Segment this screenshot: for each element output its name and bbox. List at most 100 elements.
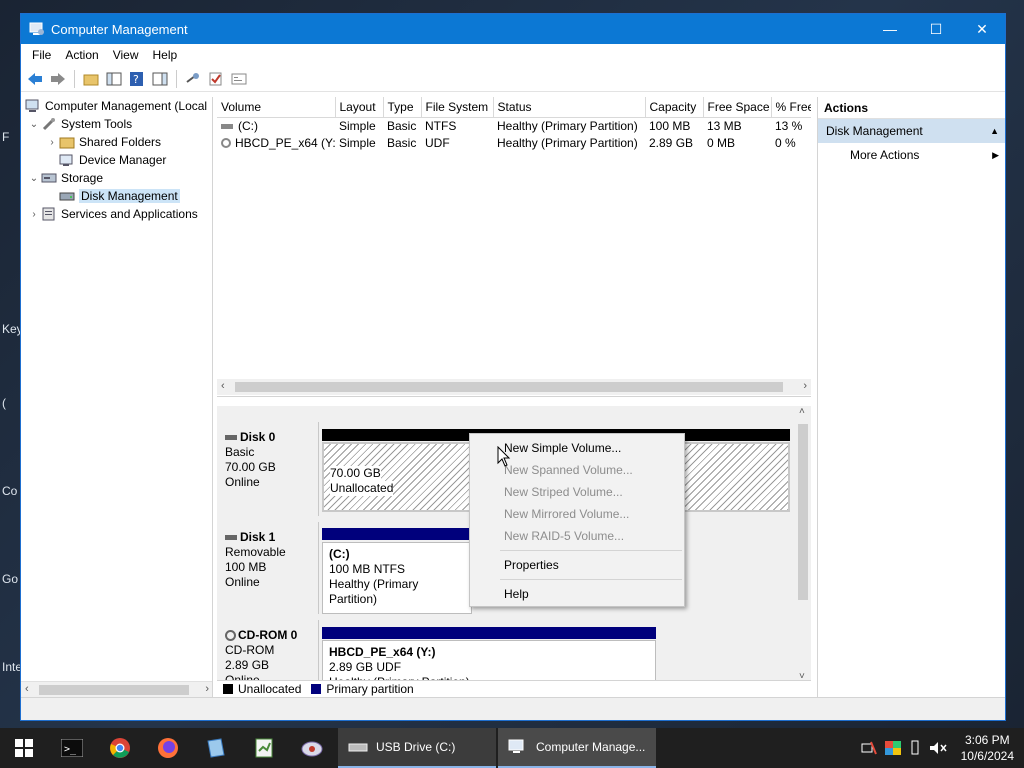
- volume-c[interactable]: (C:) 100 MB NTFS Healthy (Primary Partit…: [322, 542, 472, 614]
- help-icon[interactable]: ?: [127, 69, 147, 89]
- scrollbar-thumb[interactable]: [798, 424, 808, 600]
- chevron-right-icon[interactable]: ›: [45, 137, 59, 148]
- explorer-icon[interactable]: [192, 728, 240, 768]
- column-header[interactable]: % Free: [771, 97, 811, 118]
- tree-item-disk-management[interactable]: Disk Management: [21, 187, 212, 205]
- cd-icon: [221, 138, 231, 149]
- back-icon[interactable]: [25, 69, 45, 89]
- table-cell: 13 %: [775, 118, 803, 133]
- table-cell: Healthy (Primary Partition): [497, 135, 638, 150]
- desktop-icon-label[interactable]: (: [2, 396, 6, 410]
- title-bar[interactable]: Computer Management — ☐ ✕: [21, 14, 1005, 44]
- chevron-down-icon[interactable]: ⌄: [27, 119, 41, 130]
- disk-tool-icon[interactable]: [288, 728, 336, 768]
- legend-primary: Primary partition: [326, 681, 414, 696]
- table-row[interactable]: (C:) Simple Basic NTFS Healthy (Primary …: [217, 117, 811, 134]
- maximize-button[interactable]: ☐: [913, 14, 959, 44]
- scrollbar-thumb[interactable]: [39, 685, 189, 695]
- column-header[interactable]: Type: [383, 97, 422, 118]
- tree-item-services[interactable]: › Services and Applications: [21, 205, 212, 223]
- menu-separator: [500, 550, 682, 551]
- close-button[interactable]: ✕: [959, 14, 1005, 44]
- chrome-icon[interactable]: [96, 728, 144, 768]
- show-hide-tree-icon[interactable]: [104, 69, 124, 89]
- taskbar-usb-drive[interactable]: USB Drive (C:): [338, 728, 496, 768]
- tree-horizontal-scrollbar[interactable]: ‹ ›: [21, 681, 212, 697]
- desktop-icon-label[interactable]: Go: [2, 572, 18, 586]
- menu-item-properties[interactable]: Properties: [470, 554, 684, 576]
- cell-text: (C:): [238, 118, 258, 133]
- menu-help[interactable]: Help: [146, 48, 185, 62]
- disk-name-text: Disk 1: [240, 530, 276, 544]
- terminal-icon[interactable]: >_: [48, 728, 96, 768]
- actions-section-disk-management[interactable]: Disk Management ▲: [818, 119, 1005, 143]
- desktop-icon-label[interactable]: Inte: [2, 660, 22, 674]
- firefox-icon[interactable]: [144, 728, 192, 768]
- scroll-left-icon[interactable]: ‹: [221, 380, 225, 392]
- menu-item-new-raid5-volume[interactable]: New RAID-5 Volume...: [470, 525, 684, 547]
- collapse-up-icon[interactable]: ▲: [990, 126, 999, 136]
- menu-view[interactable]: View: [106, 48, 146, 62]
- table-row[interactable]: HBCD_PE_x64 (Y:) Simple Basic UDF Health…: [217, 134, 811, 151]
- windows-logo-icon: [15, 739, 33, 757]
- taskbar-computer-management[interactable]: Computer Manage...: [498, 728, 656, 768]
- network-icon[interactable]: [861, 741, 877, 755]
- disk-info[interactable]: Disk 1 Removable 100 MB Online: [217, 522, 319, 614]
- disk-view-vertical-scrollbar[interactable]: ˄ ˅: [795, 406, 811, 682]
- column-header[interactable]: Status: [493, 97, 646, 118]
- column-header[interactable]: Volume: [217, 97, 336, 118]
- scroll-right-icon[interactable]: ›: [803, 380, 807, 392]
- disk-state: Online: [225, 475, 260, 489]
- connect-icon[interactable]: [183, 69, 203, 89]
- disk-info[interactable]: Disk 0 Basic 70.00 GB Online: [217, 422, 319, 516]
- scrollbar-thumb[interactable]: [235, 382, 783, 392]
- properties-icon[interactable]: [229, 69, 249, 89]
- clock[interactable]: 3:06 PM 10/6/2024: [961, 732, 1014, 764]
- column-header[interactable]: File System: [421, 97, 494, 118]
- check-icon[interactable]: [206, 69, 226, 89]
- column-header[interactable]: Free Space: [703, 97, 772, 118]
- scroll-right-icon[interactable]: ›: [205, 683, 209, 695]
- chevron-down-icon[interactable]: ⌄: [27, 173, 41, 184]
- menu-action[interactable]: Action: [58, 48, 105, 62]
- primary-partition-bar: [322, 627, 656, 639]
- tree-item-device-manager[interactable]: Device Manager: [21, 151, 212, 169]
- table-cell: Basic: [387, 118, 417, 133]
- device-manager-icon: [59, 153, 75, 167]
- tree-item-root[interactable]: Computer Management (Local: [21, 97, 212, 115]
- scroll-left-icon[interactable]: ‹: [25, 683, 29, 695]
- notepad-icon[interactable]: [240, 728, 288, 768]
- taskbar-button-label: Computer Manage...: [536, 740, 646, 754]
- menu-item-new-mirrored-volume[interactable]: New Mirrored Volume...: [470, 503, 684, 525]
- actions-section-label: Disk Management: [826, 124, 923, 138]
- tree-item-storage[interactable]: ⌄ Storage: [21, 169, 212, 187]
- scroll-up-icon[interactable]: ˄: [799, 406, 805, 417]
- tree-item-label: Computer Management (Local: [45, 99, 208, 113]
- primary-partition-swatch: [311, 683, 322, 694]
- tree-item-label: Device Manager: [79, 153, 167, 167]
- desktop-icon-label[interactable]: F: [2, 130, 9, 144]
- usb-drive-icon: [348, 743, 368, 752]
- mouse-cursor-icon: [497, 446, 511, 467]
- volume-muted-icon[interactable]: [929, 741, 947, 755]
- up-folder-icon[interactable]: [81, 69, 101, 89]
- start-button[interactable]: [0, 728, 48, 768]
- minimize-button[interactable]: —: [867, 14, 913, 44]
- desktop-icon-label[interactable]: Co: [2, 484, 17, 498]
- menu-item-help[interactable]: Help: [470, 583, 684, 605]
- tree-item-system-tools[interactable]: ⌄ System Tools: [21, 115, 212, 133]
- disk-info[interactable]: CD-ROM 0 CD-ROM 2.89 GB Online: [217, 620, 319, 687]
- menu-file[interactable]: File: [25, 48, 58, 62]
- column-header[interactable]: Layout: [335, 97, 384, 118]
- tree-item-shared-folders[interactable]: › Shared Folders: [21, 133, 212, 151]
- list-horizontal-scrollbar[interactable]: ‹ ›: [217, 379, 811, 395]
- disk-name: Disk 0: [225, 430, 318, 445]
- usb-eject-icon[interactable]: [909, 740, 921, 756]
- menu-item-new-striped-volume[interactable]: New Striped Volume...: [470, 481, 684, 503]
- color-settings-icon[interactable]: [884, 741, 901, 755]
- more-actions-item[interactable]: More Actions ▶: [818, 143, 1005, 167]
- forward-icon[interactable]: [48, 69, 68, 89]
- chevron-right-icon[interactable]: ›: [27, 209, 41, 220]
- show-action-pane-icon[interactable]: [150, 69, 170, 89]
- column-header[interactable]: Capacity: [645, 97, 704, 118]
